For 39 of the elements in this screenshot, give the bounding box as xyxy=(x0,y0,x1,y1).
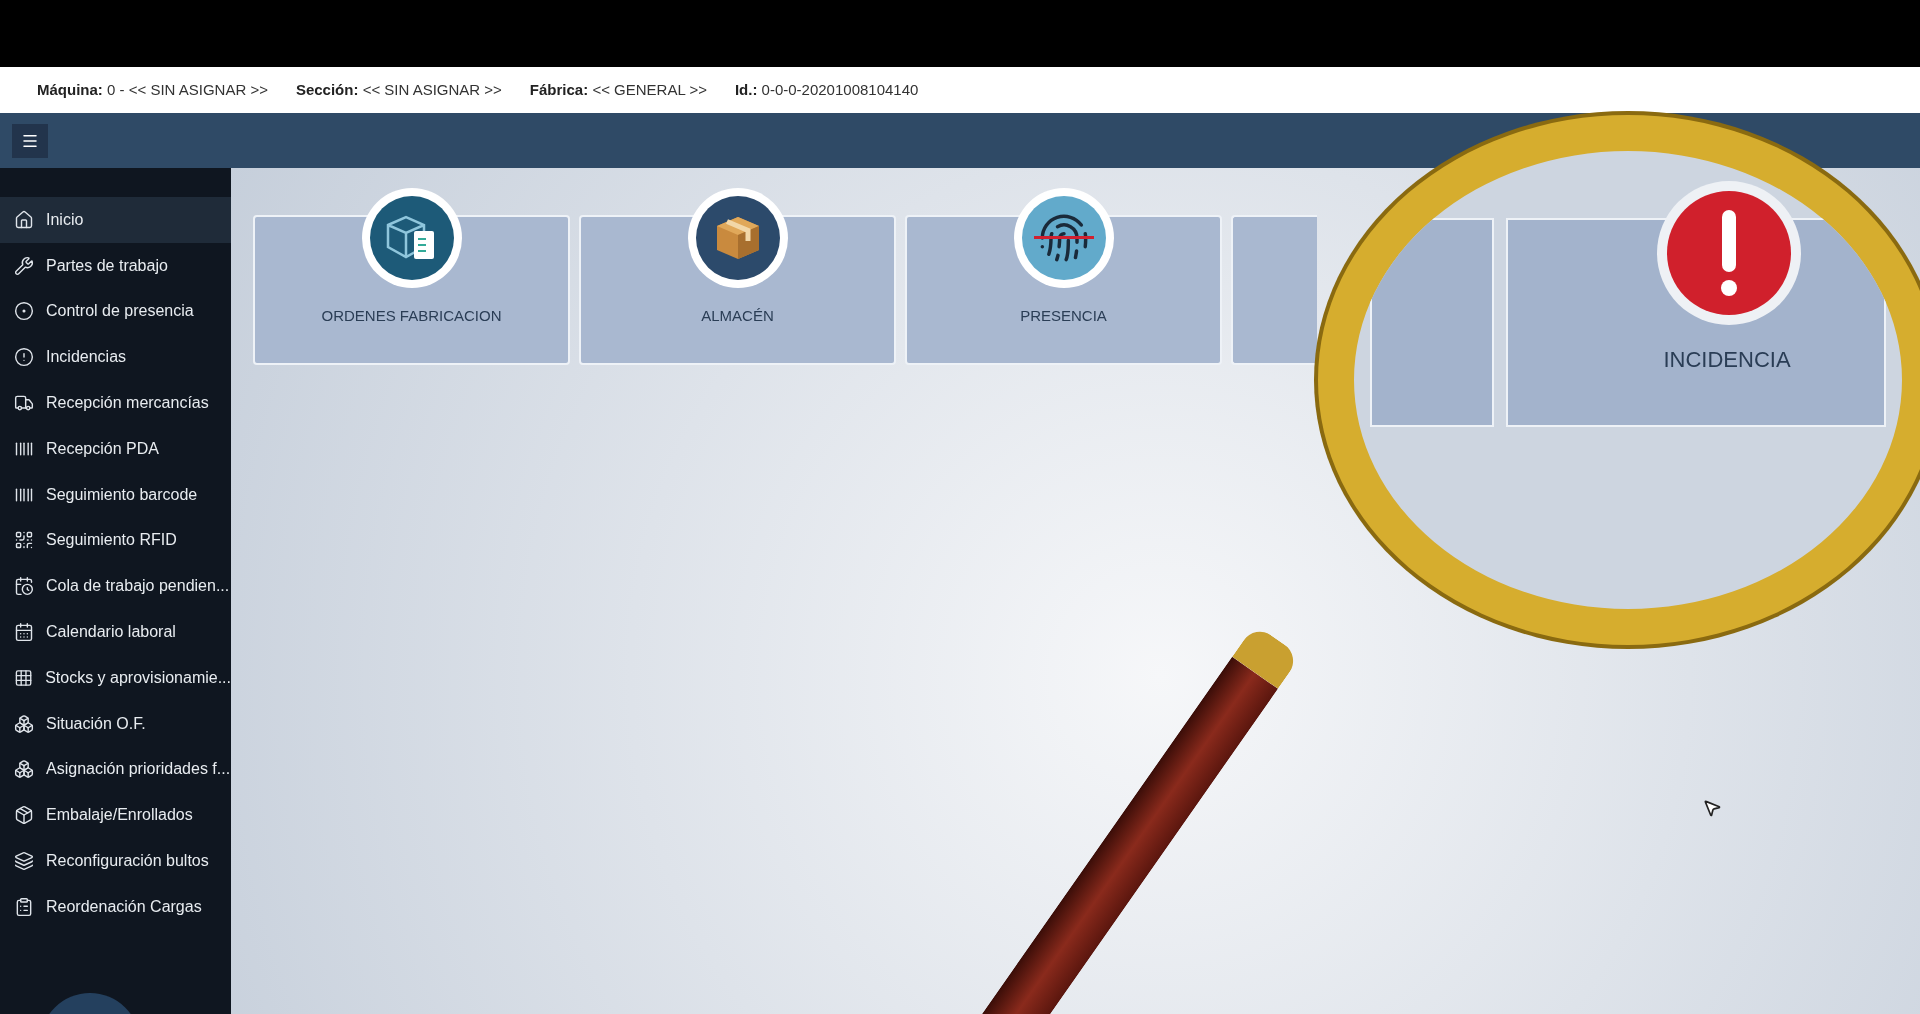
module-tile[interactable]: ALMACÉN xyxy=(579,188,896,365)
tile-label: INCIDENCIA xyxy=(1662,346,1792,374)
menu-item-icon xyxy=(14,576,34,597)
sidebar-item[interactable]: Incidencias xyxy=(0,334,231,381)
sidebar-item[interactable]: Reordenación Cargas xyxy=(0,883,231,930)
module-tile[interactable]: ORDENES FABRICACION xyxy=(253,188,570,365)
sidebar-item[interactable]: Cola de trabajo pendien... xyxy=(0,563,231,610)
info-field: Máquina: 0 - << SIN ASIGNAR >> xyxy=(37,78,268,102)
menu-item-icon xyxy=(14,622,34,643)
sidebar-item[interactable]: Seguimiento barcode xyxy=(0,471,231,518)
menu-item-icon xyxy=(14,301,34,322)
sidebar-item[interactable]: Stocks y aprovisionamie... xyxy=(0,654,231,701)
sidebar-item[interactable]: Asignación prioridades f... xyxy=(0,746,231,793)
sidebar-item[interactable]: Partes de trabajo xyxy=(0,242,231,289)
sidebar-item[interactable]: Recepción mercancías xyxy=(0,380,231,426)
sidebar-item[interactable]: Calendario laboral xyxy=(0,609,231,655)
module-tile[interactable]: PRESENCIA xyxy=(905,188,1222,365)
menu-item-icon xyxy=(14,530,34,551)
sidebar-item[interactable]: Situación O.F. xyxy=(0,700,231,747)
info-field: Sección: << SIN ASIGNAR >> xyxy=(295,78,502,102)
sidebar-item[interactable]: Seguimiento RFID xyxy=(0,517,231,564)
sidebar-item[interactable]: Control de presencia xyxy=(0,288,231,335)
sidebar-item[interactable]: Recepción PDA xyxy=(0,426,231,472)
mouse-cursor-icon xyxy=(1702,798,1722,818)
menu-item-icon xyxy=(14,667,34,688)
menu-item-icon xyxy=(14,255,34,276)
menu-item-icon xyxy=(14,209,34,230)
menu-button[interactable] xyxy=(12,123,48,158)
sidebar-item[interactable]: Embalaje/Enrollados xyxy=(0,792,231,839)
sidebar-item[interactable]: Inicio xyxy=(0,197,231,243)
menu-item-icon xyxy=(14,896,34,917)
menu-item-icon xyxy=(14,851,34,872)
info-field: Id.: 0-0-0-20201008104140 xyxy=(734,78,919,102)
menu-item-icon xyxy=(14,713,34,734)
menu-item-icon xyxy=(14,347,34,368)
info-field: Fábrica: << GENERAL >> xyxy=(529,78,707,102)
menu-item-icon xyxy=(14,759,34,780)
sidebar-item[interactable]: Reconfiguración bultos xyxy=(0,838,231,884)
menu-item-icon xyxy=(14,805,34,826)
